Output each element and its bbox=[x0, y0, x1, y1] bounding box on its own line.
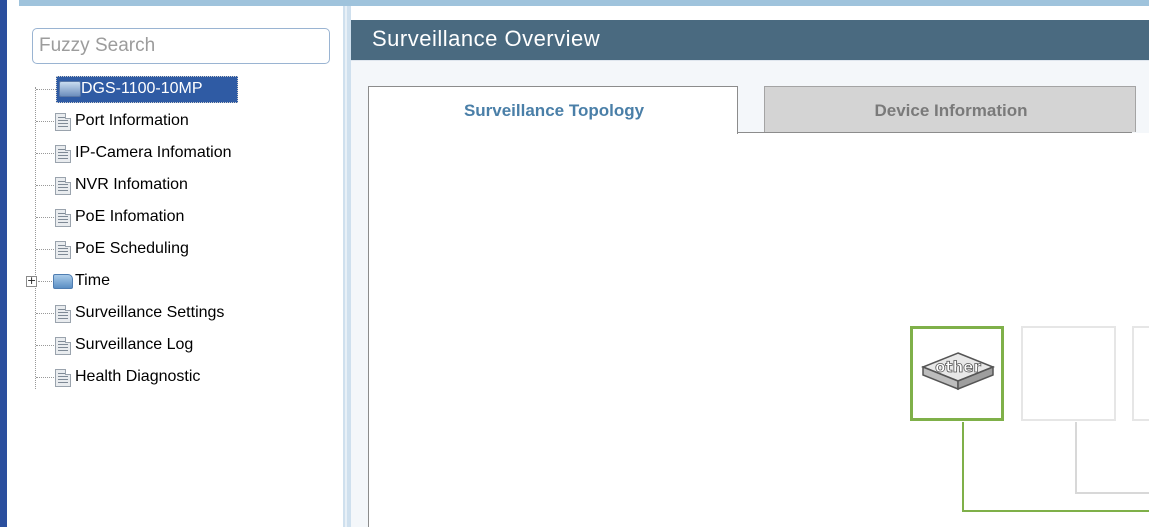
tab-label: Surveillance Topology bbox=[463, 101, 645, 120]
tree-connector bbox=[36, 313, 54, 314]
tree-connector bbox=[36, 217, 54, 218]
tab-device-information[interactable]: Device Information bbox=[764, 86, 1136, 132]
document-icon bbox=[55, 209, 71, 227]
tree-item-time[interactable]: + Time bbox=[19, 268, 343, 296]
pane-splitter-highlight bbox=[345, 6, 347, 527]
tree-item-surveillance-log[interactable]: Surveillance Log bbox=[19, 332, 343, 360]
folder-icon bbox=[53, 274, 73, 289]
tree-connector bbox=[36, 153, 54, 154]
tree-connector bbox=[38, 281, 52, 282]
document-icon bbox=[55, 305, 71, 323]
document-icon bbox=[55, 145, 71, 163]
topology-node-other[interactable]: other bbox=[910, 326, 1004, 421]
topology-node-empty[interactable] bbox=[1021, 326, 1116, 421]
search-input[interactable] bbox=[32, 28, 330, 64]
expand-plus-icon[interactable]: + bbox=[26, 275, 37, 287]
tree-item-poe-information[interactable]: PoE Infomation bbox=[19, 204, 343, 232]
tree-item-label: Health Diagnostic bbox=[75, 368, 201, 385]
topology-link bbox=[1075, 492, 1149, 494]
tree-item-poe-scheduling[interactable]: PoE Scheduling bbox=[19, 236, 343, 264]
document-icon bbox=[55, 177, 71, 195]
document-icon bbox=[55, 241, 71, 259]
tree-item-label: NVR Infomation bbox=[75, 176, 188, 193]
page-title: Surveillance Overview bbox=[372, 26, 601, 51]
tree-root-node[interactable]: DGS-1100-10MP bbox=[19, 76, 343, 104]
tree-connector bbox=[36, 89, 56, 90]
main-panel: Surveillance Overview other Surveillance bbox=[351, 6, 1149, 527]
tab-surveillance-topology[interactable]: Surveillance Topology bbox=[368, 86, 738, 134]
document-icon bbox=[55, 337, 71, 355]
tree-item-surveillance-settings[interactable]: Surveillance Settings bbox=[19, 300, 343, 328]
tree-item-label: Time bbox=[75, 272, 110, 289]
tree-connector bbox=[36, 185, 54, 186]
left-border bbox=[0, 0, 7, 527]
topology-node-empty[interactable] bbox=[1132, 326, 1149, 421]
tree-connector bbox=[36, 345, 54, 346]
tree-item-label: Port Information bbox=[75, 112, 189, 129]
title-bar: Surveillance Overview bbox=[351, 20, 1149, 60]
tree-item-label: Surveillance Settings bbox=[75, 304, 225, 321]
tree-item-label: PoE Scheduling bbox=[75, 240, 189, 257]
panel-border bbox=[738, 132, 1132, 133]
sidebar: DGS-1100-10MP Port Information IP-Camera… bbox=[19, 6, 343, 527]
topology-link bbox=[962, 422, 964, 512]
topology-link bbox=[1075, 422, 1077, 494]
topology-node-label: other bbox=[935, 358, 981, 376]
tree-item-port-information[interactable]: Port Information bbox=[19, 108, 343, 136]
tree-connector bbox=[36, 121, 54, 122]
tree-item-health-diagnostic[interactable]: Health Diagnostic bbox=[19, 364, 343, 392]
tabs-container: other Surveillance Topology Device Infor… bbox=[351, 60, 1149, 527]
tab-content-panel: other bbox=[368, 133, 1149, 527]
tree-connector bbox=[36, 377, 54, 378]
left-gutter bbox=[7, 0, 19, 527]
document-icon bbox=[55, 113, 71, 131]
tree-item-label: PoE Infomation bbox=[75, 208, 185, 225]
topology-link bbox=[962, 510, 1149, 512]
tab-label: Device Information bbox=[874, 101, 1028, 120]
tree-connector bbox=[36, 249, 54, 250]
tree-item-ip-camera-information[interactable]: IP-Camera Infomation bbox=[19, 140, 343, 168]
switch-icon bbox=[59, 81, 81, 97]
tree-item-label: Surveillance Log bbox=[75, 336, 194, 353]
other-device-icon: other bbox=[920, 352, 996, 391]
tree-item-label: IP-Camera Infomation bbox=[75, 144, 232, 161]
tree-root-label: DGS-1100-10MP bbox=[81, 80, 203, 97]
tree-item-nvr-information[interactable]: NVR Infomation bbox=[19, 172, 343, 200]
document-icon bbox=[55, 369, 71, 387]
